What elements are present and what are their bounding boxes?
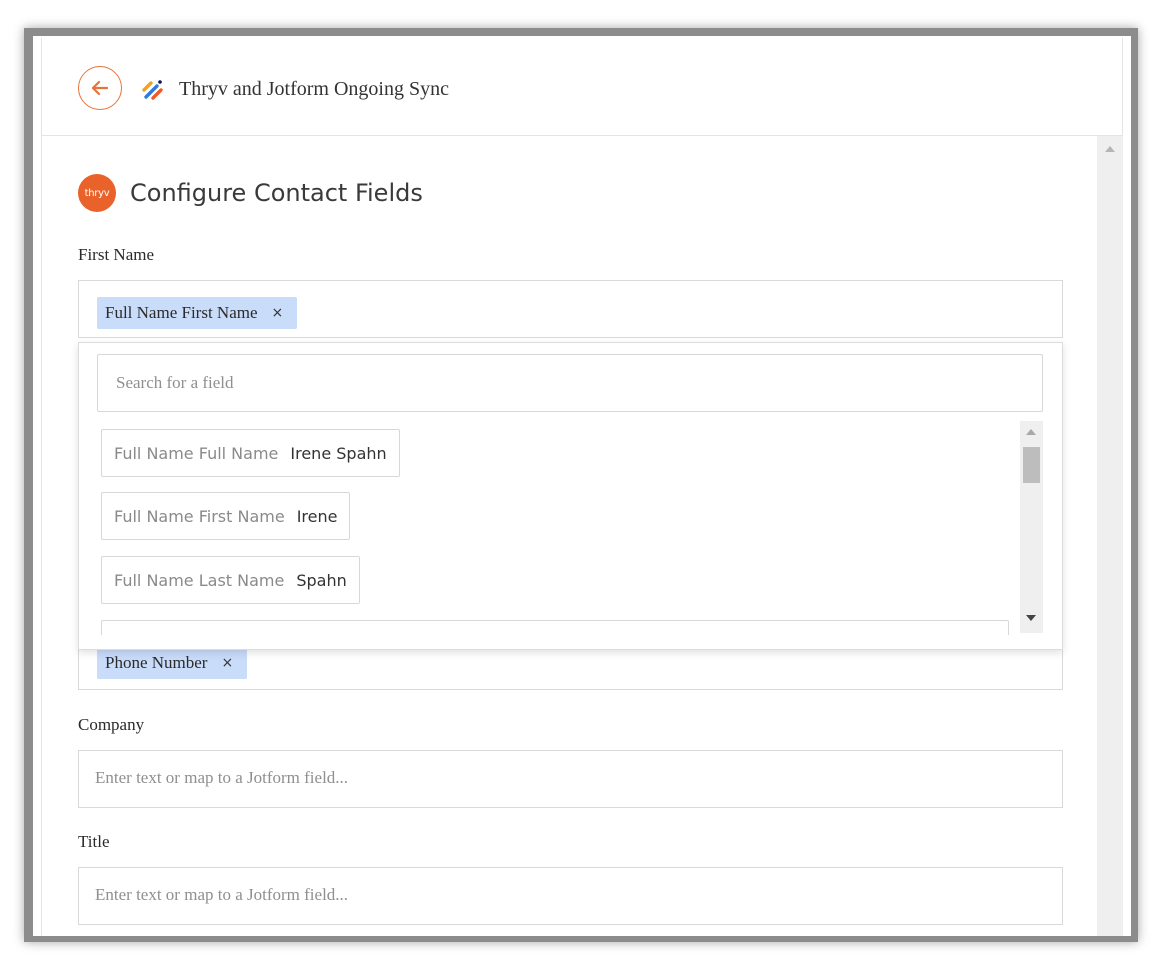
title-placeholder: Enter text or map to a Jotform field... bbox=[95, 885, 349, 904]
company-field[interactable]: Enter text or map to a Jotform field... bbox=[78, 750, 1063, 808]
option-field-value: Spahn bbox=[296, 570, 347, 590]
scroll-up-icon[interactable] bbox=[1026, 429, 1036, 435]
chip-label: Phone Number bbox=[105, 653, 208, 672]
remove-chip-icon[interactable]: × bbox=[221, 655, 233, 671]
option-field-value: Irene Spahn bbox=[290, 443, 387, 463]
scroll-thumb[interactable] bbox=[1023, 447, 1040, 483]
first-name-field[interactable]: Full Name First Name × bbox=[78, 280, 1063, 338]
page-title: Thryv and Jotform Ongoing Sync bbox=[179, 78, 449, 100]
option-field-value: Irene bbox=[296, 506, 338, 526]
field-picker-dropdown: Full Name Full Name Irene Spahn Full Nam… bbox=[78, 342, 1063, 650]
section-title: Configure Contact Fields bbox=[130, 179, 423, 207]
dropdown-scrollbar[interactable] bbox=[1020, 421, 1043, 633]
option-field-name: Full Name Last Name bbox=[114, 570, 285, 590]
option-field-name: Full Name Full Name bbox=[114, 443, 279, 463]
remove-chip-icon[interactable]: × bbox=[272, 305, 284, 321]
scroll-up-icon[interactable] bbox=[1105, 146, 1115, 152]
mapped-field-chip: Phone Number × bbox=[97, 647, 248, 679]
field-option[interactable]: Full Name Full Name Irene Spahn bbox=[101, 429, 400, 477]
field-option[interactable]: Full Name First Name Irene bbox=[101, 492, 351, 540]
jotform-logo-icon bbox=[142, 80, 163, 100]
page-scrollbar[interactable] bbox=[1097, 136, 1123, 936]
option-field-name: Full Name First Name bbox=[114, 506, 285, 526]
search-input[interactable] bbox=[98, 355, 1042, 411]
field-option[interactable]: Full Name Last Name Spahn bbox=[101, 556, 360, 604]
thryv-logo-icon: thryv bbox=[78, 174, 116, 212]
chip-label: Full Name First Name bbox=[105, 303, 258, 322]
title-field[interactable]: Enter text or map to a Jotform field... bbox=[78, 867, 1063, 925]
title-label: Title bbox=[78, 832, 110, 851]
field-option[interactable] bbox=[101, 620, 1009, 635]
arrow-left-icon bbox=[91, 80, 109, 96]
back-button[interactable] bbox=[78, 66, 122, 110]
field-options-list: Full Name Full Name Irene Spahn Full Nam… bbox=[101, 429, 1011, 635]
company-placeholder: Enter text or map to a Jotform field... bbox=[95, 768, 349, 787]
company-label: Company bbox=[78, 715, 145, 734]
field-search-box[interactable] bbox=[97, 354, 1043, 412]
first-name-label: First Name bbox=[78, 245, 155, 264]
header-bar: Thryv and Jotform Ongoing Sync bbox=[41, 38, 1123, 136]
mapped-field-chip: Full Name First Name × bbox=[97, 297, 298, 329]
scroll-down-icon[interactable] bbox=[1026, 615, 1036, 621]
